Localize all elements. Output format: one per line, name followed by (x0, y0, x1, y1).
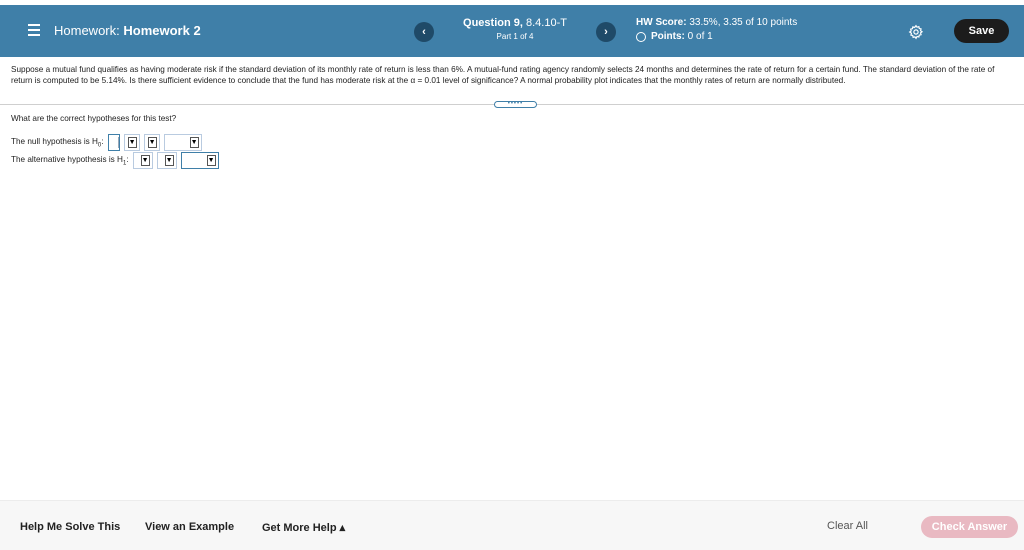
score-info: HW Score: 33.5%, 3.35 of 10 points Point… (636, 17, 797, 42)
chevron-down-icon: ▼ (189, 137, 199, 148)
question-id: 8.4.10-T (522, 17, 567, 29)
gear-icon[interactable] (908, 24, 924, 40)
save-button[interactable]: Save (954, 19, 1009, 43)
question-prompt: What are the correct hypotheses for this… (11, 114, 177, 123)
clear-all-button[interactable]: Clear All (827, 520, 868, 532)
view-example-button[interactable]: View an Example (145, 521, 234, 533)
null-parameter-select[interactable]: ▼ (123, 134, 140, 151)
circle-icon (636, 31, 646, 42)
chevron-down-icon: ▼ (206, 155, 216, 166)
text-cursor (117, 137, 119, 148)
homework-title-prefix: Homework: (54, 23, 120, 38)
question-label: Question 9, (463, 17, 523, 29)
alt-parameter-dropdown[interactable]: ▼ (132, 152, 153, 169)
question-info: Question 9, 8.4.10-T Part 1 of 4 (440, 17, 590, 41)
homework-title: Homework: Homework 2 (54, 23, 201, 38)
null-hypothesis-text: The null hypothesis is H (11, 136, 98, 146)
alternative-hypothesis-subscript: 1 (122, 160, 127, 167)
footer-bar: Help Me Solve This View an Example Get M… (0, 500, 1024, 550)
points-status: Points: 0 of 1 (636, 31, 797, 42)
alt-value-dropdown[interactable]: ▼ (180, 152, 219, 169)
chevron-down-icon: ▼ (127, 137, 137, 148)
menu-icon[interactable] (28, 24, 40, 36)
next-question-button[interactable]: › (596, 22, 616, 42)
null-value-dropdown[interactable]: ▼ (163, 134, 202, 151)
hw-score-label: HW Score: (636, 17, 687, 28)
chevron-down-icon: ▼ (164, 155, 174, 166)
null-parameter-dropdown[interactable] (107, 134, 120, 151)
null-hypothesis-subscript: 0 (97, 142, 102, 149)
null-operator-dropdown[interactable]: ▼ (143, 134, 160, 151)
header-bar: Homework: Homework 2 ‹ Question 9, 8.4.1… (0, 5, 1024, 57)
hw-score: HW Score: 33.5%, 3.35 of 10 points (636, 17, 797, 28)
null-hypothesis-row: The null hypothesis is H0: ▼ ▼ ▼ (11, 134, 202, 151)
chevron-down-icon: ▼ (140, 155, 150, 166)
alternative-hypothesis-label: The alternative hypothesis is H1: (11, 154, 129, 167)
homework-title-name: Homework 2 (123, 23, 201, 38)
chevron-down-icon: ▼ (147, 137, 157, 148)
hw-score-value: 33.5%, 3.35 of 10 points (686, 17, 798, 28)
alt-operator-dropdown[interactable]: ▼ (156, 152, 177, 169)
points-label: Points: (651, 31, 685, 42)
check-answer-button[interactable]: Check Answer (921, 516, 1018, 538)
question-part: Part 1 of 4 (496, 32, 534, 41)
expand-handle[interactable]: ••••• (494, 101, 537, 108)
null-hypothesis-label: The null hypothesis is H0: (11, 136, 104, 149)
problem-statement: Suppose a mutual fund qualifies as havin… (11, 65, 995, 85)
question-title: Question 9, 8.4.10-T (440, 17, 590, 29)
points-value: 0 of 1 (684, 31, 713, 42)
help-me-solve-button[interactable]: Help Me Solve This (20, 521, 120, 533)
alternative-hypothesis-row: The alternative hypothesis is H1: ▼ ▼ ▼ (11, 152, 219, 169)
homework-page: Homework: Homework 2 ‹ Question 9, 8.4.1… (0, 0, 1024, 550)
get-more-help-button[interactable]: Get More Help ▴ (262, 521, 345, 534)
alternative-hypothesis-text: The alternative hypothesis is H (11, 154, 123, 164)
previous-question-button[interactable]: ‹ (414, 22, 434, 42)
